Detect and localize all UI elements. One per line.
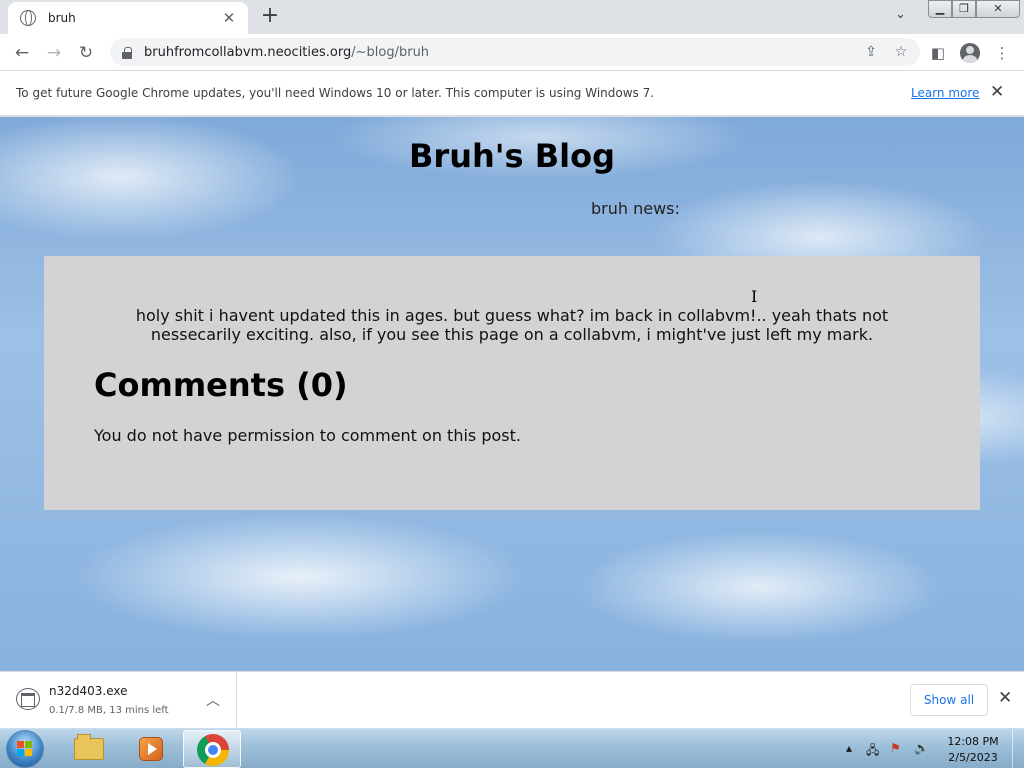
tab-close-icon[interactable]: ✕ (220, 9, 238, 27)
network-icon[interactable]: 🖧 (866, 741, 879, 762)
action-center-flag-icon[interactable]: ⚑ (890, 741, 901, 755)
update-infobar: To get future Google Chrome updates, you… (0, 71, 1024, 116)
post-body: holy shit i havent updated this in ages.… (135, 306, 889, 344)
taskbar-explorer[interactable] (60, 730, 118, 768)
window-restore-button[interactable]: ❐ (952, 0, 976, 18)
profile-avatar-icon[interactable] (960, 43, 980, 63)
clock[interactable]: 12:08 PM 2/5/2023 (943, 734, 1003, 766)
tab-search-chevron-icon[interactable]: ⌄ (895, 7, 906, 22)
comments-heading: Comments (0) (94, 366, 348, 404)
start-button[interactable] (6, 730, 44, 768)
blog-subtitle: bruh news: (591, 199, 680, 218)
url-text[interactable]: bruhfromcollabvm.neocities.org/~blog/bru… (144, 45, 860, 60)
globe-icon (20, 10, 36, 26)
taskbar-media-player[interactable] (121, 730, 179, 768)
taskbar-chrome[interactable] (183, 730, 241, 768)
chevron-up-icon[interactable]: ︿ (206, 690, 220, 710)
forward-arrow-icon[interactable]: → (42, 41, 66, 65)
tray-overflow-chevron-icon[interactable]: ▴ (846, 741, 852, 755)
download-status: 0.1/7.8 MB, 13 mins left (49, 705, 169, 716)
executable-file-icon (16, 688, 40, 710)
new-tab-button[interactable]: + (258, 5, 282, 27)
volume-icon[interactable]: 🔊 (914, 741, 929, 755)
show-desktop-button[interactable] (1012, 729, 1024, 768)
window-minimize-button[interactable]: ▁ (928, 0, 952, 18)
window-close-button[interactable]: ✕ (976, 0, 1020, 18)
windows-logo-icon (17, 741, 33, 757)
infobar-close-icon[interactable]: ✕ (990, 82, 1004, 102)
back-arrow-icon[interactable]: ← (10, 41, 34, 65)
browser-toolbar: ← → ↻ bruhfromcollabvm.neocities.org/~bl… (0, 34, 1024, 71)
lock-icon[interactable] (122, 46, 132, 59)
download-filename: n32d403.exe (49, 684, 128, 698)
url-path: /~blog/bruh (351, 44, 430, 60)
learn-more-link[interactable]: Learn more (911, 86, 979, 100)
post-container: holy shit i havent updated this in ages.… (44, 256, 980, 510)
folder-icon (74, 734, 104, 760)
download-shelf: n32d403.exe 0.1/7.8 MB, 13 mins left ︿ S… (0, 671, 1024, 729)
tab-title: bruh (48, 11, 76, 25)
taskbar: ▴ 🖧 ⚑ 🔊 12:08 PM 2/5/2023 (0, 728, 1024, 768)
chrome-icon (197, 734, 229, 766)
page-content: Bruh's Blog bruh news: holy shit i haven… (0, 117, 1024, 671)
address-bar[interactable]: bruhfromcollabvm.neocities.org/~blog/bru… (110, 38, 920, 66)
media-player-icon (139, 737, 163, 761)
tab-strip: bruh ✕ + ⌄ ▁ ❐ ✕ (0, 0, 1024, 34)
shelf-close-icon[interactable]: ✕ (998, 688, 1012, 708)
comments-permission-note: You do not have permission to comment on… (94, 426, 521, 445)
clock-date: 2/5/2023 (948, 751, 998, 764)
infobar-message: To get future Google Chrome updates, you… (16, 86, 655, 100)
reload-icon[interactable]: ↻ (74, 41, 98, 65)
tab-bruh[interactable]: bruh ✕ (8, 2, 248, 34)
url-domain: bruhfromcollabvm.neocities.org (144, 44, 352, 60)
share-icon[interactable]: ⇪ (860, 44, 882, 60)
bookmark-star-icon[interactable]: ☆ (890, 44, 912, 60)
show-all-button[interactable]: Show all (910, 684, 988, 716)
side-panel-icon[interactable]: ◧ (926, 41, 950, 65)
text-cursor-icon: I (751, 287, 758, 306)
download-item[interactable]: n32d403.exe 0.1/7.8 MB, 13 mins left ︿ (0, 672, 237, 729)
blog-title: Bruh's Blog (409, 137, 615, 175)
menu-kebab-icon[interactable]: ⋮ (990, 41, 1014, 65)
clock-time: 12:08 PM (947, 735, 999, 748)
